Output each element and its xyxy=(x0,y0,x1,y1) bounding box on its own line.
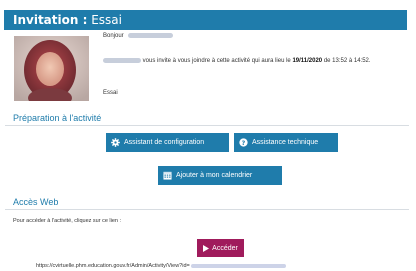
add-to-calendar-button[interactable]: Ajouter à mon calendrier xyxy=(158,166,282,185)
activity-link[interactable]: https://cvirtuelle.phm.education.gouv.fr… xyxy=(36,263,286,269)
add-to-calendar-label: Ajouter à mon calendrier xyxy=(176,172,253,179)
activity-url-text: https://cvirtuelle.phm.education.gouv.fr… xyxy=(36,263,190,269)
redacted-recipient-name xyxy=(128,33,174,38)
invitation-prefix: Invitation : xyxy=(13,13,88,27)
redacted-url-token xyxy=(190,263,286,268)
gear-icon xyxy=(111,138,120,147)
technical-support-button[interactable]: ? Assistance technique xyxy=(234,133,338,152)
web-access-section-title: Accès Web xyxy=(13,197,59,207)
activity-name: Essai xyxy=(103,90,118,96)
question-circle-icon: ? xyxy=(239,138,248,147)
greeting-word: Bonjour xyxy=(103,33,124,40)
activity-time-range: 13:52 à 14:52. xyxy=(332,58,371,64)
avatar xyxy=(14,36,89,101)
preparation-section-title: Préparation à l'activité xyxy=(13,113,102,123)
join-activity-button[interactable]: Accéder xyxy=(197,239,244,257)
redacted-host-name xyxy=(103,57,141,63)
configuration-assistant-label: Assistant de configuration xyxy=(124,139,205,146)
configuration-assistant-button[interactable]: Assistant de configuration xyxy=(106,133,229,152)
time-connector: de xyxy=(323,58,331,64)
invitation-header: Invitation : Essai xyxy=(4,10,407,30)
play-icon xyxy=(203,244,210,252)
web-access-divider xyxy=(5,209,409,210)
calendar-icon xyxy=(163,171,172,180)
preparation-divider xyxy=(5,125,409,126)
technical-support-label: Assistance technique xyxy=(252,139,319,146)
activity-date: 19/11/2020 xyxy=(292,58,323,64)
access-instructions: Pour accéder à l'activité, cliquez sur c… xyxy=(13,218,122,224)
invite-text: vous invite à vous joindre à cette activ… xyxy=(142,58,291,64)
join-activity-label: Accéder xyxy=(212,244,238,252)
invitation-title: Essai xyxy=(91,13,122,27)
svg-text:?: ? xyxy=(242,140,246,147)
invitation-message: vous invite à vous joindre à cette activ… xyxy=(103,56,403,67)
greeting-line: Bonjour xyxy=(103,33,174,40)
